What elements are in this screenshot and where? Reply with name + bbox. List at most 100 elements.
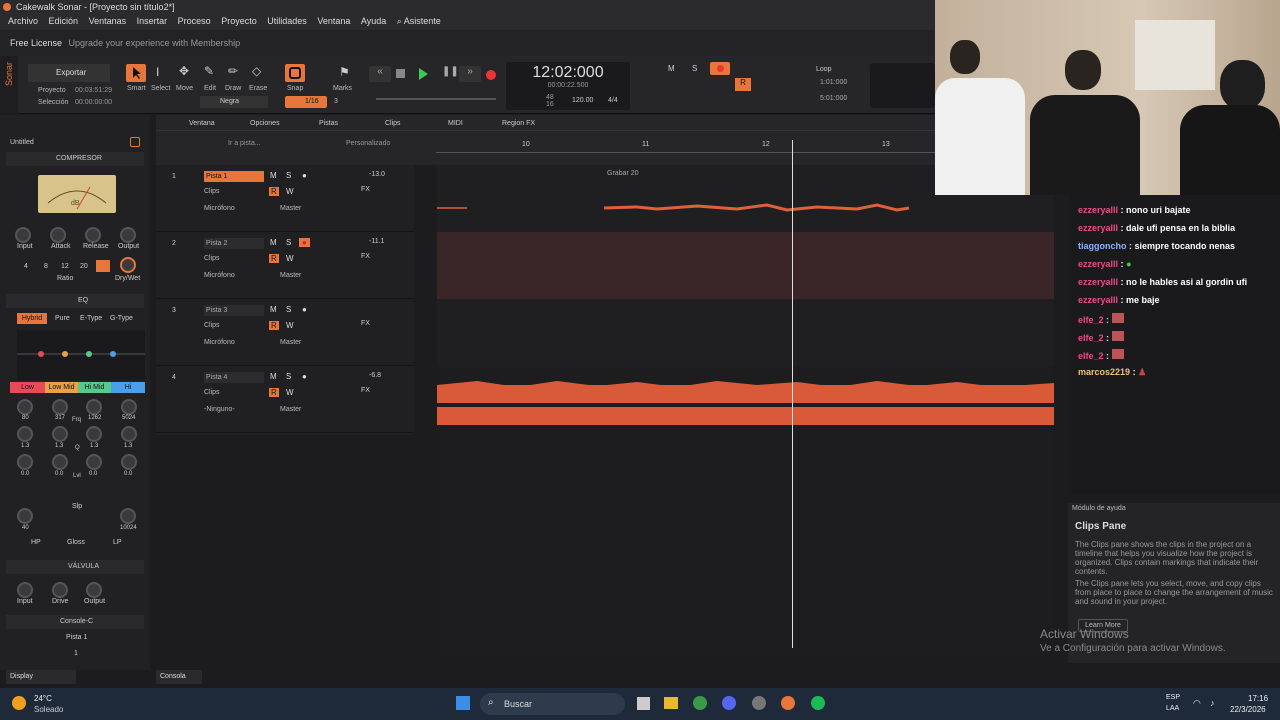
fx-label[interactable]: FX <box>361 253 370 260</box>
snap-value[interactable]: 1/16 <box>285 96 327 108</box>
read-button[interactable]: R <box>269 187 279 196</box>
tempo-display[interactable]: 120.00 <box>572 97 593 104</box>
menu-ventana[interactable]: Ventana <box>317 16 350 26</box>
eq-knob[interactable] <box>52 399 68 415</box>
track-name[interactable]: Pista 3 <box>204 305 264 316</box>
menu-archivo[interactable]: Archivo <box>8 16 38 26</box>
eq-knob[interactable] <box>86 399 102 415</box>
mute-button[interactable]: M <box>270 372 277 381</box>
eq-graph[interactable] <box>17 330 145 380</box>
ratio-20[interactable]: 20 <box>80 263 88 270</box>
clip-waveform-4[interactable] <box>437 381 1054 436</box>
menu-edicion[interactable]: Edición <box>49 16 79 26</box>
lane-4[interactable] <box>437 366 1054 433</box>
draw-icon[interactable]: ✏ <box>228 64 238 78</box>
search-box[interactable]: ⌕ Buscar <box>480 693 625 715</box>
filter-lp[interactable]: LP <box>113 539 122 546</box>
eq-mode-gtype[interactable]: G-Type <box>110 315 133 322</box>
taskview-icon[interactable] <box>637 697 650 710</box>
fx-label[interactable]: FX <box>361 320 370 327</box>
band-hi[interactable]: Hi <box>111 382 145 393</box>
fx-label[interactable]: FX <box>361 186 370 193</box>
valve-output-knob[interactable] <box>86 582 102 598</box>
ratio-12[interactable]: 12 <box>61 263 69 270</box>
arr-menu-pistas[interactable]: Pistas <box>319 120 338 127</box>
marks-icon[interactable]: ⚑ <box>339 65 350 79</box>
arr-menu-regionfx[interactable]: Region FX <box>502 120 535 127</box>
lvl-knob[interactable] <box>52 454 68 470</box>
write-button[interactable]: W <box>286 388 294 397</box>
solo-button[interactable]: S <box>286 171 291 180</box>
eq-mode-pure[interactable]: Pure <box>55 315 70 322</box>
track-output[interactable]: Master <box>280 339 301 346</box>
loop-end[interactable]: 5:01:000 <box>820 95 847 102</box>
track-output[interactable]: Master <box>280 205 301 212</box>
arr-menu-opciones[interactable]: Opciones <box>250 120 280 127</box>
goto-track[interactable]: Ir a pista... <box>228 140 261 147</box>
global-arm[interactable] <box>710 62 730 75</box>
move-icon[interactable]: ✥ <box>179 64 189 78</box>
track-input[interactable]: Micrófono <box>204 272 235 279</box>
q-knob[interactable] <box>52 426 68 442</box>
write-button[interactable]: W <box>286 254 294 263</box>
eq-mode-hybrid[interactable]: Hybrid <box>17 313 47 324</box>
read-button[interactable]: R <box>269 388 279 397</box>
loop-start[interactable]: 1:01:000 <box>820 79 847 86</box>
lvl-knob[interactable] <box>86 454 102 470</box>
edit-icon[interactable]: ✎ <box>204 64 214 78</box>
band-low[interactable]: Low <box>10 382 45 393</box>
eq-header[interactable]: EQ <box>6 294 144 308</box>
mute-button[interactable]: M <box>270 171 277 180</box>
weather-icon[interactable] <box>12 696 26 710</box>
lvl-knob[interactable] <box>121 454 137 470</box>
menu-insertar[interactable]: Insertar <box>137 16 168 26</box>
rewind-button[interactable]: « <box>369 66 391 82</box>
display-dropdown[interactable]: Display <box>6 670 76 684</box>
global-solo[interactable]: S <box>692 64 697 73</box>
stop-button[interactable] <box>396 69 405 78</box>
time-display[interactable]: 12:02:000 00:00:22.500 48 16 120.00 4/4 <box>506 62 630 110</box>
track-output[interactable]: Master <box>280 406 301 413</box>
discord-icon[interactable] <box>722 696 736 710</box>
rack-power-icon[interactable] <box>130 137 140 147</box>
mute-button[interactable]: M <box>270 305 277 314</box>
track-name[interactable]: Pista 1 <box>204 171 264 182</box>
ratio-inf[interactable] <box>96 260 110 272</box>
eq-knob[interactable] <box>17 399 33 415</box>
start-icon[interactable] <box>456 696 470 710</box>
forward-button[interactable]: » <box>459 66 481 82</box>
track-clips-dd[interactable]: Clips <box>204 322 220 329</box>
ruler-line[interactable] <box>436 152 936 153</box>
arr-menu-midi[interactable]: MIDI <box>448 120 463 127</box>
track-4[interactable]: 4 Pista 4 M S ● -6.8 Clips R W FX -Ningu… <box>156 366 414 433</box>
track-name[interactable]: Pista 4 <box>204 372 264 383</box>
select-icon[interactable]: I <box>156 65 159 79</box>
menu-ayuda[interactable]: Ayuda <box>361 16 386 26</box>
solo-button[interactable]: S <box>286 305 291 314</box>
track-clips-dd[interactable]: Clips <box>204 188 220 195</box>
global-read[interactable]: R <box>735 78 751 91</box>
spotify-icon[interactable] <box>811 696 825 710</box>
ratio-8[interactable]: 8 <box>44 263 48 270</box>
compressor-header[interactable]: COMPRESOR <box>6 152 144 166</box>
mute-button[interactable]: M <box>270 238 277 247</box>
track-output[interactable]: Master <box>280 272 301 279</box>
read-button[interactable]: R <box>269 321 279 330</box>
filter-gloss[interactable]: Gloss <box>67 539 85 546</box>
hp-knob[interactable] <box>17 508 33 524</box>
track-2[interactable]: 2 Pista 2 M S ● -11.1 Clips R W FX Micró… <box>156 232 414 299</box>
q-knob[interactable] <box>86 426 102 442</box>
volume-icon[interactable]: ♪ <box>1210 698 1215 708</box>
band-himid[interactable]: Hi Mid <box>78 382 111 393</box>
track-input[interactable]: -Ninguno- <box>204 406 235 413</box>
pause-button[interactable]: ❚❚ <box>442 66 459 77</box>
meter-display[interactable]: 4/4 <box>608 97 618 104</box>
console-header[interactable]: Console-C <box>6 615 144 629</box>
arm-button[interactable]: ● <box>302 171 307 180</box>
erase-icon[interactable]: ◇ <box>252 64 261 78</box>
valve-input-knob[interactable] <box>17 582 33 598</box>
menu-asistente[interactable]: ⌕ Asistente <box>397 16 441 26</box>
menu-utilidades[interactable]: Utilidades <box>267 16 307 26</box>
upgrade-link[interactable]: Upgrade your experience with Membership <box>69 38 241 48</box>
write-button[interactable]: W <box>286 321 294 330</box>
